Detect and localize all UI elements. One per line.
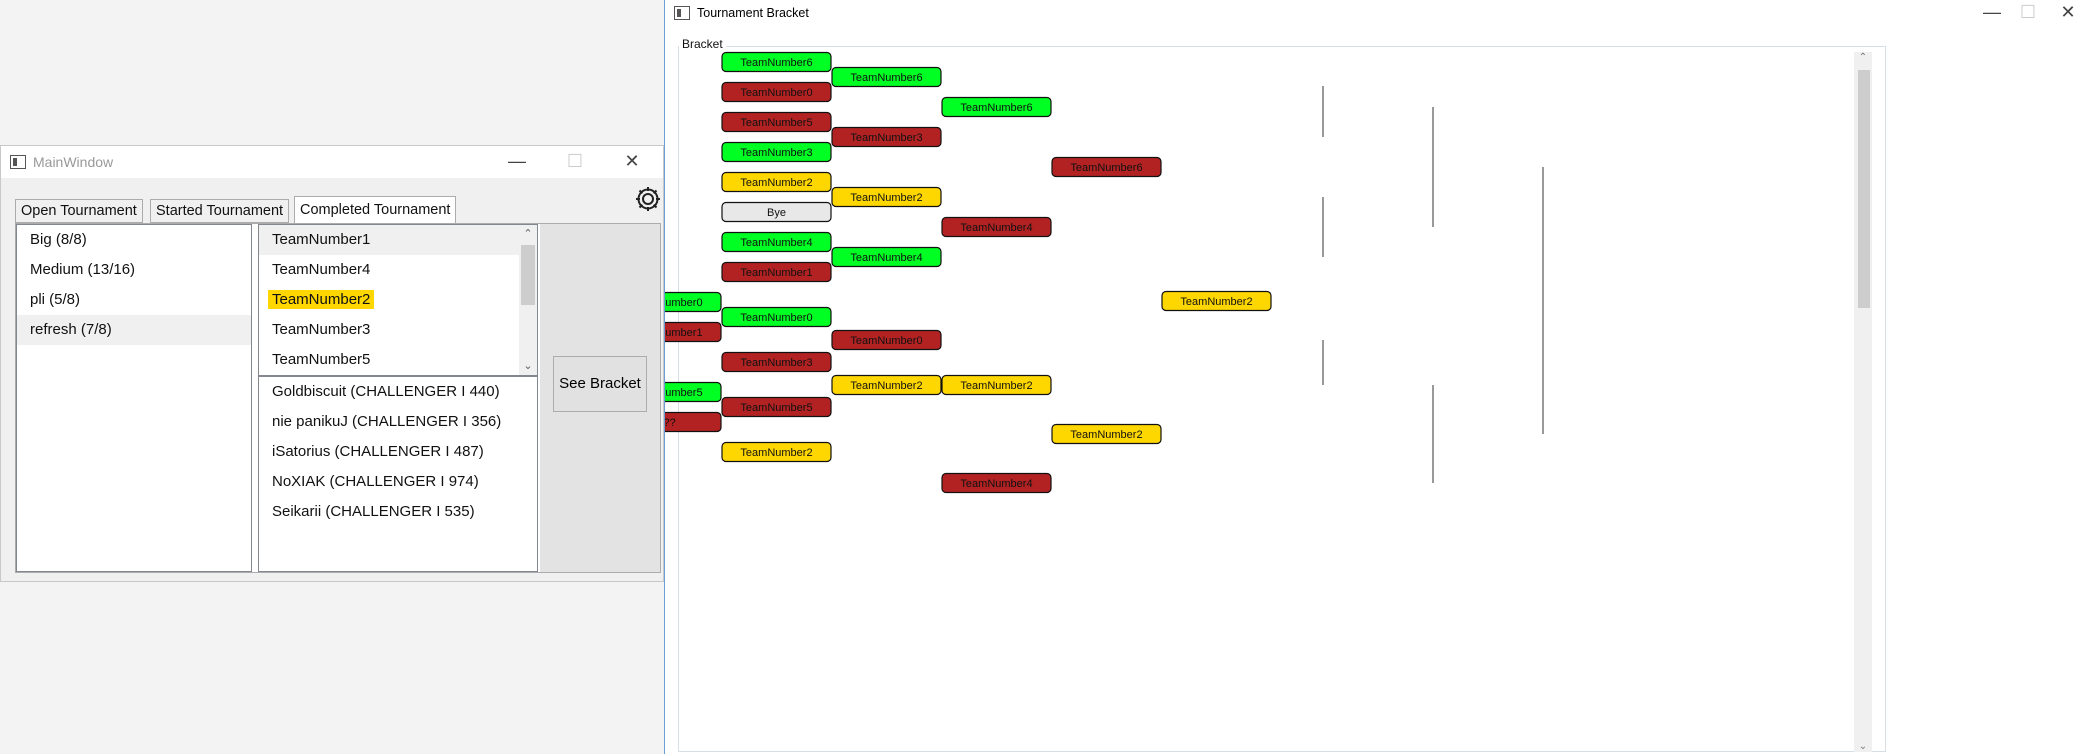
team-name: TeamNumber4 bbox=[960, 222, 1032, 234]
bracket-match-4-0: TeamNumber6 bbox=[1051, 156, 1162, 178]
team-name: TeamNumber3 bbox=[850, 132, 922, 144]
team-name: TeamNumber6 bbox=[740, 57, 812, 69]
list-item-player[interactable]: Seikarii (CHALLENGER I 535) bbox=[259, 497, 537, 527]
tab-completed-tournament[interactable]: Completed Tournament bbox=[294, 196, 457, 224]
team-name: TeamNumber2 bbox=[960, 380, 1032, 392]
team-name: TeamNumber1 bbox=[665, 327, 703, 339]
scroll-down-icon[interactable]: ⌄ bbox=[1854, 741, 1872, 752]
bracket-match-0-2: TeamNumber5 bbox=[665, 381, 722, 403]
list-item-tournament-selected[interactable]: refresh (7/8) bbox=[17, 315, 251, 345]
team-name: TeamNumber0 bbox=[850, 335, 922, 347]
team-name: TeamNumber0 bbox=[740, 312, 812, 324]
bracket-match-1-6: TeamNumber4 bbox=[721, 231, 832, 253]
bracket-match-1-0: TeamNumber6 bbox=[721, 51, 832, 73]
list-item-tournament[interactable]: Big (8/8) bbox=[17, 225, 251, 255]
team-name: TeamNumber3 bbox=[740, 147, 812, 159]
list-item-player[interactable]: iSatorius (CHALLENGER I 487) bbox=[259, 437, 537, 467]
app-icon bbox=[10, 155, 26, 169]
see-bracket-button[interactable]: See Bracket bbox=[553, 356, 647, 412]
list-item-team[interactable]: TeamNumber5 bbox=[259, 345, 537, 375]
team-name: Bye bbox=[767, 207, 786, 219]
bracket-scrollbar[interactable]: ⌃ ⌄ bbox=[1854, 52, 1872, 752]
main-titlebar: MainWindow — ☐ ✕ bbox=[1, 146, 663, 178]
maximize-icon[interactable]: ☐ bbox=[552, 146, 598, 178]
bracket-match-1-9: TeamNumber3 bbox=[721, 351, 832, 373]
list-item-team[interactable]: TeamNumber3 bbox=[259, 315, 537, 345]
team-name: TeamNumber2 bbox=[850, 192, 922, 204]
bracket-match-1-11: TeamNumber2 bbox=[721, 441, 832, 463]
close-icon[interactable]: ✕ bbox=[609, 146, 655, 178]
bracket-match-1-10: TeamNumber5 bbox=[721, 396, 832, 418]
team-name: TeamNumber4 bbox=[960, 478, 1032, 490]
team-name: TeamNumber5 bbox=[740, 402, 812, 414]
team-name: TeamNumber1 bbox=[740, 267, 812, 279]
team-name: TeamNumber0 bbox=[665, 297, 703, 309]
team-name: TeamNumber5 bbox=[665, 387, 703, 399]
bracket-match-1-4: TeamNumber2 bbox=[721, 171, 832, 193]
team-name: TeamNumber2 bbox=[1070, 429, 1142, 441]
bracket-match-1-3: TeamNumber3 bbox=[721, 141, 832, 163]
bracket-match-3-1: TeamNumber4 bbox=[941, 216, 1052, 238]
list-item-player[interactable]: Goldbiscuit (CHALLENGER I 440) bbox=[259, 377, 537, 407]
team-name: TeamNumber6 bbox=[850, 72, 922, 84]
bracket-match-1-1: TeamNumber0 bbox=[721, 81, 832, 103]
team-name: TeamNumber6 bbox=[1070, 162, 1142, 174]
tab-open-tournament[interactable]: Open Tournament bbox=[15, 199, 143, 223]
scroll-up-icon[interactable]: ⌃ bbox=[1854, 52, 1872, 63]
bracket-match-1-8: TeamNumber0 bbox=[721, 306, 832, 328]
team-name: TeamNumber4 bbox=[850, 252, 922, 264]
bracket-match-2-4: TeamNumber0 bbox=[831, 329, 942, 351]
list-item-tournament[interactable]: Medium (13/16) bbox=[17, 255, 251, 285]
team-name: ??? bbox=[665, 417, 676, 429]
team-list-scrollbar[interactable]: ⌃ ⌄ bbox=[519, 225, 537, 375]
player-list[interactable]: Goldbiscuit (CHALLENGER I 440) nie panik… bbox=[258, 376, 538, 572]
team-name: TeamNumber4 bbox=[740, 237, 812, 249]
bracket-match-2-3: TeamNumber4 bbox=[831, 246, 942, 268]
tab-content-panel: Big (8/8) Medium (13/16) pli (5/8) refre… bbox=[15, 223, 661, 573]
bracket-match-1-2: TeamNumber5 bbox=[721, 111, 832, 133]
team-name: TeamNumber3 bbox=[740, 357, 812, 369]
team-name: TeamNumber2 bbox=[1180, 296, 1252, 308]
team-list[interactable]: TeamNumber1 TeamNumber4 TeamNumber2 Team… bbox=[258, 224, 538, 376]
bracket-window: Tournament Bracket — ☐ ✕ Bracket TeamNum… bbox=[664, 0, 2096, 754]
bracket-match-2-1: TeamNumber3 bbox=[831, 126, 942, 148]
list-item-team[interactable]: TeamNumber1 bbox=[259, 225, 537, 255]
scrollbar-thumb[interactable] bbox=[521, 245, 535, 305]
team-name: TeamNumber5 bbox=[740, 117, 812, 129]
scroll-down-icon[interactable]: ⌄ bbox=[519, 357, 537, 375]
bracket-match-4-1: TeamNumber2 bbox=[1051, 423, 1162, 445]
gear-icon[interactable] bbox=[633, 184, 663, 214]
team-name: TeamNumber2 bbox=[740, 177, 812, 189]
list-item-player[interactable]: nie panikuJ (CHALLENGER I 356) bbox=[259, 407, 537, 437]
bracket-match-2-5: TeamNumber2 bbox=[831, 374, 942, 396]
bracket-match-0-0: TeamNumber0 bbox=[665, 291, 722, 313]
list-item-player[interactable]: NoXIAK (CHALLENGER I 974) bbox=[259, 467, 537, 497]
main-window-title: MainWindow bbox=[33, 154, 114, 170]
bracket-match-3-2: TeamNumber2 bbox=[941, 374, 1052, 396]
bracket-match-0-3: ??? bbox=[665, 411, 722, 433]
team-name: TeamNumber2 bbox=[740, 447, 812, 459]
bracket-match-5-0: TeamNumber2 bbox=[1161, 290, 1272, 312]
main-window: MainWindow — ☐ ✕ Open Tournament Started… bbox=[0, 145, 664, 582]
bracket-match-1-5: Bye bbox=[721, 201, 832, 223]
scrollbar-thumb[interactable] bbox=[1858, 70, 1870, 308]
minimize-icon[interactable]: — bbox=[494, 146, 540, 178]
team-name: TeamNumber6 bbox=[960, 102, 1032, 114]
list-item-team[interactable]: TeamNumber2 bbox=[259, 285, 537, 315]
list-item-team[interactable]: TeamNumber4 bbox=[259, 255, 537, 285]
bracket-match-2-2: TeamNumber2 bbox=[831, 186, 942, 208]
bracket-match-3-3: TeamNumber4 bbox=[941, 472, 1052, 494]
scroll-up-icon[interactable]: ⌃ bbox=[519, 225, 537, 243]
tournament-list[interactable]: Big (8/8) Medium (13/16) pli (5/8) refre… bbox=[16, 224, 252, 572]
tab-started-tournament[interactable]: Started Tournament bbox=[150, 199, 290, 223]
bracket-match-3-0: TeamNumber6 bbox=[941, 96, 1052, 118]
bracket-tree: TeamNumber0 TeamNumber1 TeamNumber5??? Team… bbox=[665, 51, 1544, 494]
list-item-tournament[interactable]: pli (5/8) bbox=[17, 285, 251, 315]
bracket-match-1-7: TeamNumber1 bbox=[721, 261, 832, 283]
highlighted-team-label: TeamNumber2 bbox=[268, 290, 375, 309]
team-name: TeamNumber0 bbox=[740, 87, 812, 99]
team-name: TeamNumber2 bbox=[850, 380, 922, 392]
bracket-match-0-1: TeamNumber1 bbox=[665, 321, 722, 343]
bracket-match-2-0: TeamNumber6 bbox=[831, 66, 942, 88]
